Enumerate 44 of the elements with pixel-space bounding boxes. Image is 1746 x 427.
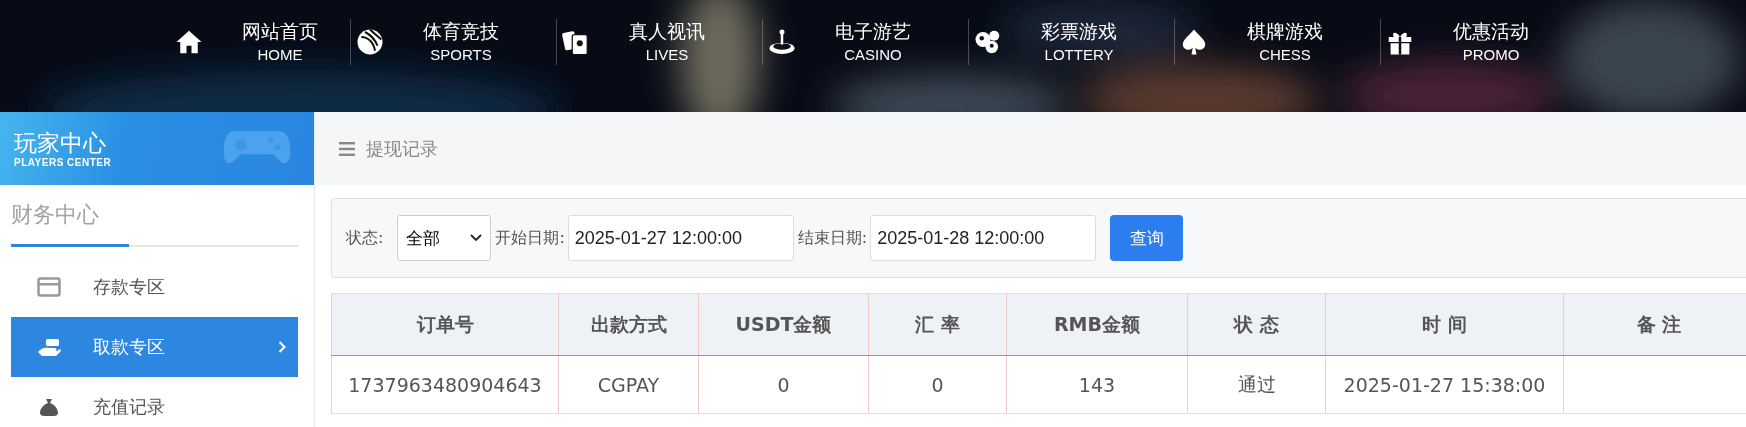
- ball-icon: [355, 27, 385, 57]
- nav-link[interactable]: 体育竞技 SPORTS: [351, 18, 556, 66]
- table-cell: 1737963480904643: [331, 355, 559, 414]
- page-title: 提现记录: [366, 136, 438, 161]
- column-header: 时 间: [1325, 293, 1564, 356]
- column-header: 出款方式: [558, 293, 699, 356]
- nav-link[interactable]: 棋牌游戏 CHESS: [1175, 18, 1380, 66]
- table-cell: 2025-01-27 15:38:00: [1325, 355, 1564, 414]
- chevron-icon: [278, 341, 286, 353]
- money-bag-icon: [37, 397, 61, 417]
- nav-link[interactable]: 真人视讯 LIVES: [557, 18, 762, 66]
- column-header: 订单号: [331, 293, 559, 356]
- section-title: 财务中心: [11, 201, 99, 229]
- menu-icon: [339, 141, 355, 156]
- nav-link[interactable]: 网站首页 HOME: [170, 18, 350, 66]
- hand-cash-icon: [37, 337, 61, 357]
- status-label: 状态:: [346, 227, 384, 249]
- card-icon: [37, 277, 61, 297]
- column-header: 汇 率: [868, 293, 1007, 356]
- nav-link[interactable]: 优惠活动 PROMO: [1381, 18, 1586, 66]
- table-cell: 0: [868, 355, 1007, 414]
- sidebar-item[interactable]: 取款专区: [11, 317, 298, 377]
- nav-link[interactable]: 电子游艺 CASINO: [763, 18, 968, 66]
- sidebar-item[interactable]: 存款专区: [11, 257, 298, 317]
- start-date-label: 开始日期:: [495, 227, 565, 249]
- banner-title: 玩家中心: [14, 129, 106, 157]
- start-date-field[interactable]: 2025-01-27 12:00:00: [567, 215, 794, 261]
- nav-link[interactable]: 彩票游戏 LOTTERY: [969, 18, 1174, 66]
- column-header: RMB金额: [1006, 293, 1188, 356]
- column-header: USDT金额: [698, 293, 869, 356]
- caret-icon: [470, 234, 483, 242]
- table-cell: 通过: [1187, 355, 1326, 414]
- sidebar-item[interactable]: 充值记录: [11, 377, 298, 427]
- status-select[interactable]: 全部: [397, 215, 492, 261]
- table-cell: CGPAY: [558, 355, 699, 414]
- end-date-label: 结束日期:: [797, 227, 868, 249]
- query-button[interactable]: 查询: [1110, 215, 1184, 261]
- table-cell: 0: [698, 355, 869, 414]
- end-date-field[interactable]: 2025-01-28 12:00:00: [870, 215, 1097, 261]
- column-header: 状 态: [1187, 293, 1326, 356]
- roulette-icon: [767, 27, 797, 57]
- banner-subtitle: PLAYERS CENTER: [14, 157, 112, 168]
- column-header: 备 注: [1563, 293, 1746, 356]
- table-cell: 143: [1006, 355, 1188, 414]
